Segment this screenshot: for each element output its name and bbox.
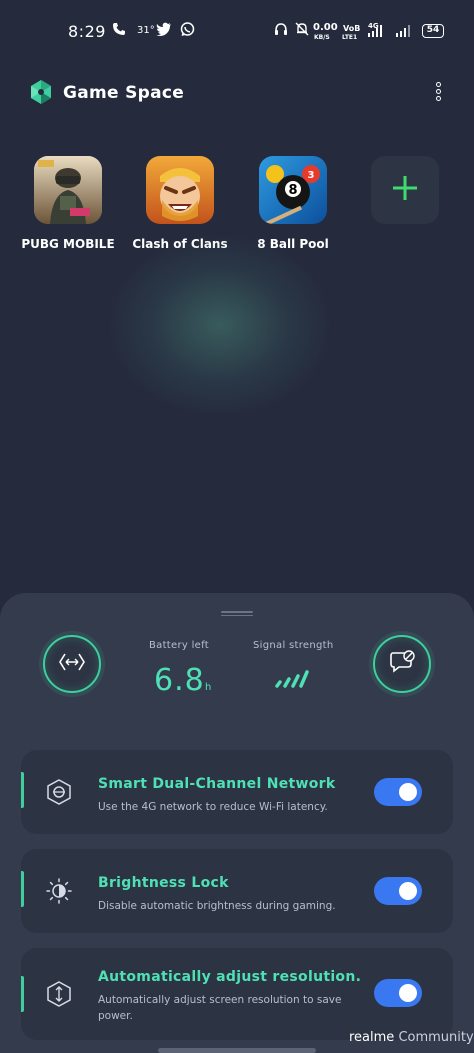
signal-strength-icon bbox=[275, 667, 311, 689]
page-title: Game Space bbox=[63, 83, 185, 103]
smart-dual-channel-toggle[interactable] bbox=[374, 778, 422, 806]
network-speed-unit: KB/S bbox=[314, 34, 330, 41]
battery-indicator: 54 bbox=[422, 24, 444, 38]
resolution-icon bbox=[45, 980, 73, 1008]
add-game-button[interactable] bbox=[371, 156, 439, 224]
plus-icon bbox=[392, 175, 418, 205]
setting-accent bbox=[21, 871, 24, 907]
notification-block-dial-button[interactable] bbox=[373, 635, 431, 693]
phone-icon bbox=[112, 22, 126, 40]
setting-description: Use the 4G network to reduce Wi-Fi laten… bbox=[98, 801, 328, 813]
more-vertical-icon bbox=[435, 82, 441, 87]
signal-strength-label: Signal strength bbox=[253, 640, 334, 651]
battery-left-label: Battery left bbox=[149, 640, 209, 651]
svg-text:3: 3 bbox=[308, 170, 315, 181]
game-name: PUBG MOBILE bbox=[21, 237, 115, 251]
battery-left-unit: h bbox=[205, 682, 212, 693]
twitter-icon bbox=[156, 22, 172, 40]
auto-resolution-toggle[interactable] bbox=[374, 979, 422, 1007]
8-ball-pool-icon: 3 8 bbox=[259, 156, 327, 224]
mute-bell-icon bbox=[295, 22, 309, 40]
expand-horizontal-icon bbox=[57, 652, 87, 676]
status-time: 8:29 bbox=[68, 22, 106, 41]
setting-brightness-lock: Brightness Lock Disable automatic bright… bbox=[21, 849, 453, 933]
setting-title: Brightness Lock bbox=[98, 875, 229, 891]
message-block-icon bbox=[388, 648, 416, 680]
setting-accent bbox=[21, 976, 24, 1012]
more-options-button[interactable] bbox=[430, 80, 446, 108]
setting-smart-dual-channel: Smart Dual-Channel Network Use the 4G ne… bbox=[21, 750, 453, 834]
game-item-pubg[interactable]: PUBG MOBILE bbox=[18, 156, 118, 251]
clash-of-clans-icon bbox=[146, 156, 214, 224]
watermark: realme Community bbox=[349, 1030, 474, 1045]
setting-auto-resolution: Automatically adjust resolution. Automat… bbox=[21, 948, 453, 1040]
svg-text:8: 8 bbox=[288, 183, 297, 198]
setting-description: Disable automatic brightness during gami… bbox=[98, 900, 336, 912]
header: Game Space bbox=[0, 76, 474, 112]
game-assistant-panel: Battery left 6.8 h Signal strength Smart… bbox=[0, 593, 474, 1053]
game-space-logo-icon bbox=[30, 80, 52, 104]
home-gesture-bar[interactable] bbox=[158, 1048, 316, 1053]
network-speed: 0.00 bbox=[313, 22, 338, 33]
lte-label: LTE1 bbox=[342, 34, 358, 41]
setting-description: Automatically adjust screen resolution t… bbox=[98, 994, 342, 1022]
setting-title: Automatically adjust resolution. bbox=[98, 969, 362, 985]
background-glow bbox=[110, 235, 330, 415]
panel-drag-handle[interactable] bbox=[221, 611, 253, 617]
network-hexagon-icon bbox=[45, 778, 73, 806]
brightness-icon bbox=[45, 877, 73, 905]
brightness-lock-toggle[interactable] bbox=[374, 877, 422, 905]
battery-left-value: 6.8 bbox=[154, 663, 205, 698]
game-item-8-ball-pool[interactable]: 3 8 8 Ball Pool bbox=[243, 156, 343, 251]
setting-title: Smart Dual-Channel Network bbox=[98, 776, 336, 792]
status-bar: 8:29 31° 0.00 KB/S VoB LTE1 4G 54 bbox=[0, 0, 474, 62]
pubg-mobile-icon bbox=[34, 156, 102, 224]
temperature: 31° bbox=[137, 25, 155, 36]
volte-label: VoB bbox=[343, 24, 361, 33]
resolution-dial-button[interactable] bbox=[43, 635, 101, 693]
network-type: 4G bbox=[368, 22, 379, 30]
setting-accent bbox=[21, 772, 24, 808]
whatsapp-icon bbox=[180, 22, 195, 41]
signal-icon bbox=[394, 24, 414, 42]
watermark-brand: realme bbox=[349, 1030, 395, 1045]
headset-icon bbox=[274, 22, 288, 40]
watermark-suffix: Community bbox=[398, 1030, 474, 1045]
